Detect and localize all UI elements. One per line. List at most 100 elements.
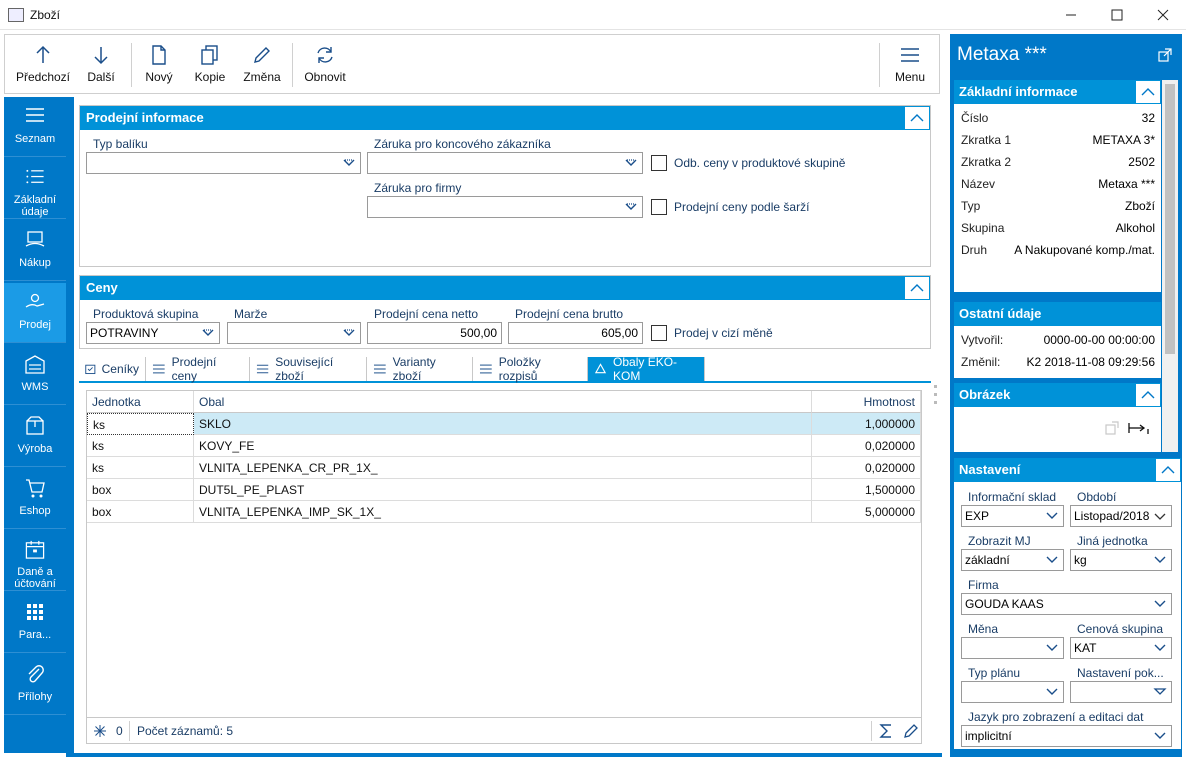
collapse-button[interactable] — [905, 107, 929, 129]
table-row[interactable]: ks SKLO 1,000000 — [87, 413, 921, 435]
cell-unit[interactable]: ks — [87, 435, 194, 457]
item-title: Metaxa *** — [957, 44, 1047, 65]
frozen-count: 0 — [116, 724, 123, 738]
price-group-select[interactable]: KAT — [1070, 637, 1172, 659]
menu-button[interactable]: Menu — [885, 35, 935, 93]
nav-item-parametry[interactable]: Para... — [4, 593, 66, 653]
info-store-select[interactable]: EXP — [961, 505, 1064, 527]
external-link-icon[interactable] — [1158, 48, 1172, 62]
external-link-icon[interactable] — [1105, 421, 1119, 435]
cell-unit[interactable]: box — [87, 479, 194, 501]
collapse-button[interactable] — [1136, 81, 1160, 103]
unit-select[interactable]: základní — [961, 549, 1064, 571]
previous-button[interactable]: Předchozí — [13, 35, 73, 93]
grid-icon — [27, 604, 43, 620]
cell-package[interactable]: SKLO — [194, 413, 812, 435]
language-select[interactable]: implicitní — [961, 725, 1172, 747]
table-row[interactable]: box DUT5L_PE_PLAST 1,500000 — [87, 479, 921, 501]
type-value: Zboží — [1124, 199, 1155, 213]
nav-item-nakup[interactable]: Nákup — [4, 221, 66, 281]
cell-weight[interactable]: 0,020000 — [812, 457, 921, 479]
scrollbar-thumb[interactable] — [1165, 84, 1175, 354]
foreign-currency-checkbox[interactable] — [651, 325, 667, 341]
cell-weight[interactable]: 5,000000 — [812, 501, 921, 523]
diff-prices-checkbox[interactable] — [651, 155, 667, 171]
tab-prodejni-ceny[interactable]: Prodejní ceny — [146, 355, 250, 383]
plan-type-select[interactable] — [961, 681, 1064, 703]
left-navigation: Seznam Základní údaje Nákup Prodej WMS V… — [4, 97, 66, 753]
column-header-hmotnost[interactable]: Hmotnost — [812, 391, 921, 413]
cell-weight[interactable]: 1,000000 — [812, 413, 921, 435]
next-button[interactable]: Další — [79, 35, 123, 93]
cell-package[interactable]: KOVY_FE — [194, 435, 812, 457]
package-type-label: Typ balíku — [93, 137, 148, 151]
fit-width-icon[interactable] — [1128, 421, 1150, 435]
nav-item-vyroba[interactable]: Výroba — [4, 407, 66, 467]
tab-souvisejici-zbozi[interactable]: Související zboží — [250, 355, 367, 383]
tab-obaly-eko-kom[interactable]: Obaly EKO-KOM — [588, 355, 705, 383]
minimize-button[interactable] — [1048, 0, 1094, 30]
new-button[interactable]: Nový — [139, 35, 179, 93]
cell-unit[interactable]: ks — [87, 457, 194, 479]
splitter[interactable] — [930, 97, 942, 753]
change-button[interactable]: Změna — [239, 35, 285, 93]
content-frame — [66, 753, 942, 757]
column-header-obal[interactable]: Obal — [194, 391, 812, 413]
margin-select[interactable] — [227, 322, 361, 344]
nav-item-dane-a-uctovani[interactable]: Daně a účtování — [4, 531, 66, 591]
tab-polozky-rozpisu[interactable]: Položky rozpisů — [473, 355, 588, 383]
maximize-button[interactable] — [1094, 0, 1140, 30]
copy-button[interactable]: Kopie — [189, 35, 231, 93]
scrollbar[interactable] — [1162, 80, 1178, 452]
cell-package[interactable]: VLNITA_LEPENKA_IMP_SK_1X_ — [194, 501, 812, 523]
net-price-input[interactable]: 500,00 — [367, 322, 502, 344]
tab-ceniky[interactable]: Ceníky — [79, 357, 146, 381]
close-button[interactable] — [1140, 0, 1186, 30]
batch-prices-checkbox[interactable] — [651, 199, 667, 215]
collapse-button[interactable] — [905, 277, 929, 299]
change-label: Změna — [243, 70, 281, 84]
snowflake-icon[interactable] — [93, 724, 107, 738]
setting-select[interactable] — [1070, 681, 1172, 703]
chevron-down-icon — [1153, 509, 1167, 523]
product-group-select[interactable]: POTRAVINY — [86, 322, 220, 344]
cell-package[interactable]: VLNITA_LEPENKA_CR_PR_1X_ — [194, 457, 812, 479]
nav-item-eshop[interactable]: Eshop — [4, 469, 66, 529]
gross-price-input[interactable]: 605,00 — [508, 322, 643, 344]
cell-weight[interactable]: 1,500000 — [812, 479, 921, 501]
collapse-button[interactable] — [1156, 459, 1180, 481]
nav-item-prilohy[interactable]: Přílohy — [4, 655, 66, 715]
period-select[interactable]: Listopad/2018 — [1070, 505, 1172, 527]
column-header-jednotka[interactable]: Jednotka — [87, 391, 194, 413]
other-unit-select[interactable]: kg — [1070, 549, 1172, 571]
chevron-up-icon — [1141, 391, 1155, 399]
warranty-customer-select[interactable] — [367, 152, 643, 174]
cell-unit[interactable]: box — [87, 501, 194, 523]
table-row[interactable]: ks VLNITA_LEPENKA_CR_PR_1X_ 0,020000 — [87, 457, 921, 479]
table-row[interactable]: ks KOVY_FE 0,020000 — [87, 435, 921, 457]
refresh-button[interactable]: Obnovit — [299, 35, 351, 93]
company-select[interactable]: GOUDA KAAS — [961, 593, 1172, 615]
table-row[interactable]: box VLNITA_LEPENKA_IMP_SK_1X_ 5,000000 — [87, 501, 921, 523]
pencil-icon[interactable] — [903, 723, 919, 739]
sum-icon[interactable] — [879, 723, 893, 739]
nav-item-seznam[interactable]: Seznam — [4, 97, 66, 157]
image-box: Obrázek — [954, 383, 1161, 452]
tab-varianty-zbozi[interactable]: Varianty zboží — [367, 355, 473, 383]
currency-select[interactable] — [961, 637, 1064, 659]
collapse-button[interactable] — [1136, 384, 1160, 406]
calendar-icon — [25, 540, 45, 559]
warranty-company-select[interactable] — [367, 196, 643, 218]
nav-item-prodej[interactable]: Prodej — [4, 283, 66, 343]
window-title: Zboží — [30, 8, 61, 22]
nav-item-wms[interactable]: WMS — [4, 345, 66, 405]
toolbar-separator — [131, 43, 132, 87]
info-store-label: Informační sklad — [968, 490, 1057, 504]
name-label: Název — [961, 177, 996, 191]
package-type-select[interactable] — [86, 152, 361, 174]
cell-package[interactable]: DUT5L_PE_PLAST — [194, 479, 812, 501]
price-group-label: Cenová skupina — [1077, 622, 1164, 636]
cell-weight[interactable]: 0,020000 — [812, 435, 921, 457]
nav-item-zakladni-udaje[interactable]: Základní údaje — [4, 159, 66, 219]
cell-unit[interactable]: ks — [87, 413, 194, 435]
